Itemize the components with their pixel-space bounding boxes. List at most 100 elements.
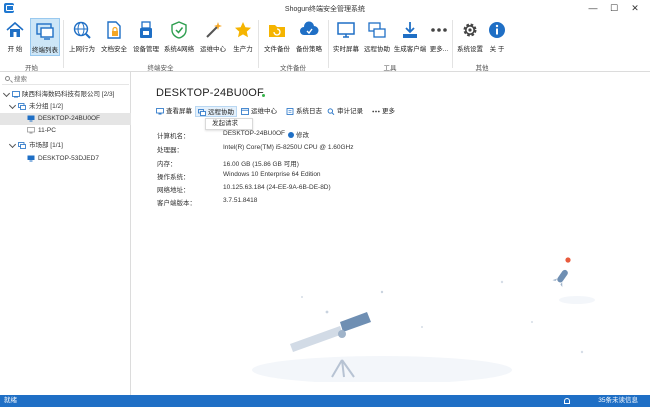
status-bar: 就绪 35条未读信息 bbox=[0, 395, 650, 407]
home-button-label: 开 始 bbox=[7, 46, 23, 53]
tree-node-label: 市场部 [1/1] bbox=[29, 142, 63, 149]
os-value: Windows 10 Enterprise 64 Edition bbox=[223, 171, 321, 178]
more-dots-icon bbox=[372, 110, 380, 113]
status-ready-text: 就绪 bbox=[4, 397, 17, 404]
device-name-title: DESKTOP-24BU0OF bbox=[156, 87, 264, 99]
remote-assist-action[interactable]: 远程协助 bbox=[195, 106, 237, 117]
more-actions[interactable]: 更多 bbox=[372, 106, 395, 117]
group-separator bbox=[452, 20, 453, 68]
network-address-label: 网络地址： bbox=[157, 187, 190, 194]
initiate-request-menu-item[interactable]: 发起请求 bbox=[212, 120, 238, 127]
remote-assist-ribbon-label: 远程协助 bbox=[364, 46, 390, 53]
view-screen-label: 查看屏幕 bbox=[166, 108, 192, 115]
device-detail-panel: DESKTOP-24BU0OF 查看屏幕 远程协助 运维中心 系统日志 审计记录… bbox=[132, 72, 650, 395]
client-version-value: 3.7.51.8418 bbox=[223, 197, 258, 204]
tree-node-device[interactable]: DESKTOP-53DJED7 bbox=[0, 153, 131, 165]
computer-name-value: DESKTOP-24BU0OF bbox=[223, 130, 286, 137]
more-dots-icon bbox=[431, 28, 447, 32]
ops-center-button[interactable]: 运维中心 bbox=[197, 18, 229, 56]
group-label-file-backup: 文件备份 bbox=[280, 65, 306, 72]
system-log-label: 系统日志 bbox=[296, 108, 322, 115]
info-icon bbox=[489, 22, 505, 38]
audit-record-label: 审计记录 bbox=[337, 108, 363, 115]
tree-node-device[interactable]: 11-PC bbox=[0, 125, 131, 137]
system-log-action[interactable]: 系统日志 bbox=[286, 106, 322, 117]
client-version-label: 客户端版本： bbox=[157, 200, 196, 207]
remote-assist-icon bbox=[368, 22, 386, 38]
os-label: 操作系统： bbox=[157, 174, 190, 181]
tree-node-group[interactable]: 市场部 [1/1] bbox=[0, 140, 131, 152]
generate-client-label: 生成客户端 bbox=[393, 46, 427, 53]
usb-device-icon bbox=[140, 21, 152, 38]
tree-node-label: 未分组 [1/2] bbox=[29, 103, 63, 110]
window-title: Shogun终端安全管理系统 bbox=[284, 6, 366, 13]
tree-node-company[interactable]: 陕西科海数码科技有限公司 [2/3] bbox=[0, 89, 131, 101]
minimize-button[interactable]: — bbox=[585, 2, 601, 15]
company-icon bbox=[12, 91, 20, 98]
backup-policy-label: 备份策略 bbox=[296, 46, 322, 53]
chevron-down-icon[interactable] bbox=[2, 89, 11, 98]
search-icon bbox=[5, 76, 10, 81]
group-separator bbox=[328, 20, 329, 68]
device-management-button[interactable]: 设备管理 bbox=[131, 18, 161, 56]
web-behavior-button[interactable]: 上网行为 bbox=[67, 18, 97, 56]
group-label-terminal-security: 终端安全 bbox=[147, 65, 174, 72]
file-backup-button[interactable]: 文件备份 bbox=[262, 18, 292, 56]
processor-value: Intel(R) Core(TM) i5-8250U CPU @ 1.60GHz bbox=[223, 144, 354, 151]
bell-icon[interactable] bbox=[564, 398, 570, 404]
remote-assist-icon bbox=[198, 108, 206, 116]
productivity-button[interactable]: 生产力 bbox=[231, 18, 255, 56]
home-button[interactable]: 开 始 bbox=[3, 18, 27, 56]
about-label: 关 于 bbox=[489, 46, 505, 53]
generate-client-button[interactable]: 生成客户端 bbox=[393, 18, 427, 56]
remote-assist-ribbon-button[interactable]: 远程协助 bbox=[362, 18, 392, 56]
edit-name-button[interactable]: 修改 bbox=[288, 129, 309, 139]
more-actions-label: 更多 bbox=[382, 108, 395, 115]
remote-assist-label: 远程协助 bbox=[208, 109, 234, 116]
group-icon bbox=[18, 142, 26, 149]
system-network-button[interactable]: 系统&网络 bbox=[163, 18, 195, 56]
close-button[interactable]: ✕ bbox=[627, 2, 643, 15]
memory-value: 16.00 GB (15.86 GB 可用) bbox=[223, 161, 299, 168]
maximize-button[interactable]: ☐ bbox=[606, 2, 622, 15]
ops-center-action[interactable]: 运维中心 bbox=[241, 106, 277, 117]
home-icon bbox=[6, 21, 24, 37]
realtime-screen-label: 实时屏幕 bbox=[333, 46, 359, 53]
monitor-list-icon bbox=[36, 23, 54, 40]
tree-node-group[interactable]: 未分组 [1/2] bbox=[0, 101, 131, 113]
tree-node-device-selected[interactable]: DESKTOP-24BU0OF bbox=[0, 113, 131, 125]
group-separator bbox=[258, 20, 259, 68]
document-security-label: 文档安全 bbox=[101, 46, 127, 53]
audit-record-action[interactable]: 审计记录 bbox=[327, 106, 363, 117]
edit-icon bbox=[288, 132, 294, 139]
about-button[interactable]: 关 于 bbox=[486, 18, 508, 56]
unread-messages-link[interactable]: 35条未读信息 bbox=[598, 395, 638, 407]
edit-label: 修改 bbox=[296, 132, 309, 139]
folder-backup-icon bbox=[269, 25, 285, 37]
ops-center-label: 运维中心 bbox=[200, 46, 226, 53]
chevron-down-icon[interactable] bbox=[8, 140, 17, 149]
online-status-dot bbox=[262, 94, 265, 97]
system-settings-button[interactable]: 系统设置 bbox=[456, 18, 484, 56]
wand-icon bbox=[206, 22, 222, 38]
document-lock-icon bbox=[107, 21, 121, 39]
shield-network-icon bbox=[171, 21, 187, 39]
view-screen-action[interactable]: 查看屏幕 bbox=[156, 106, 192, 117]
chevron-down-icon[interactable] bbox=[8, 101, 17, 110]
search-box[interactable] bbox=[2, 74, 129, 85]
system-settings-label: 系统设置 bbox=[457, 46, 483, 53]
realtime-screen-button[interactable]: 实时屏幕 bbox=[331, 18, 361, 56]
more-tools-button[interactable]: 更多... bbox=[428, 18, 450, 56]
screen-icon bbox=[156, 107, 164, 115]
tree-node-label: DESKTOP-24BU0OF bbox=[38, 115, 101, 122]
online-computer-icon bbox=[27, 115, 35, 122]
terminal-list-button[interactable]: 终端列表 bbox=[30, 18, 60, 56]
memory-label: 内存： bbox=[157, 161, 177, 168]
document-security-button[interactable]: 文档安全 bbox=[99, 18, 129, 56]
productivity-label: 生产力 bbox=[233, 46, 253, 53]
backup-policy-button[interactable]: 备份策略 bbox=[294, 18, 324, 56]
cloud-policy-icon bbox=[300, 21, 319, 35]
processor-label: 处理器： bbox=[157, 147, 183, 154]
system-network-label: 系统&网络 bbox=[163, 46, 195, 53]
search-input[interactable] bbox=[14, 75, 124, 84]
